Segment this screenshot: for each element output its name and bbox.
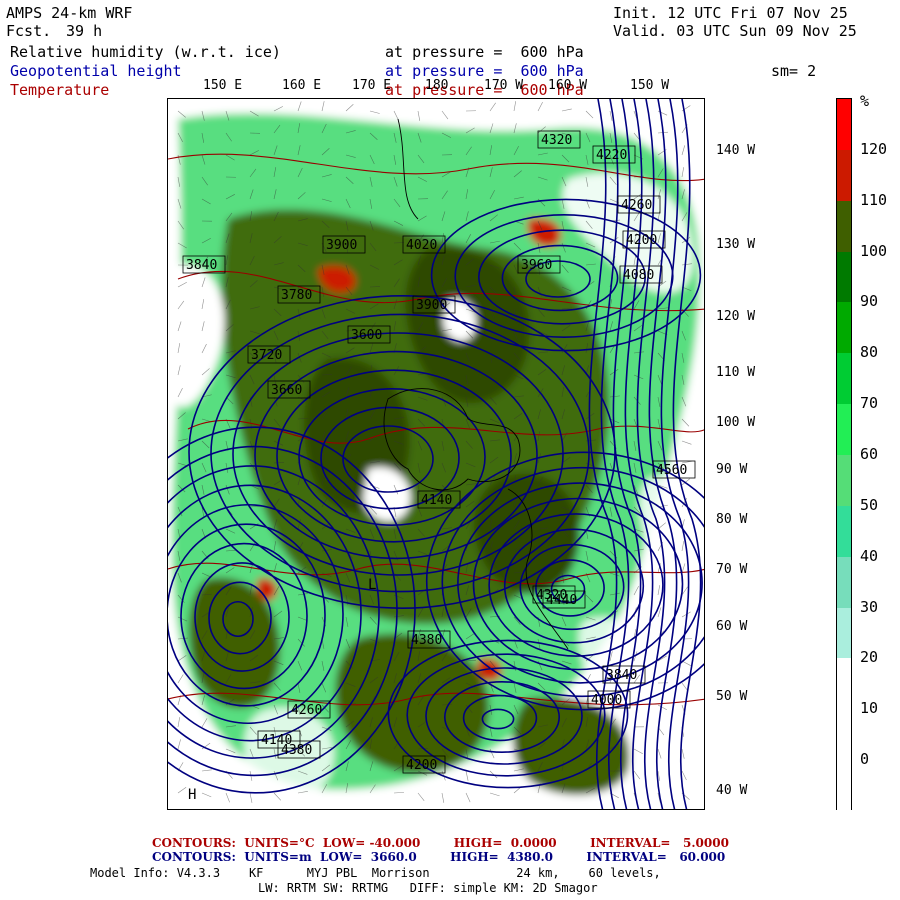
temperature-contour-info: CONTOURS: UNITS=°C LOW= -40.000 HIGH= 0.…: [152, 836, 729, 850]
lon-label-40w: 40 W: [716, 783, 748, 798]
forecast-label: Fcst.: [6, 22, 52, 40]
low-pressure-symbol: L: [368, 577, 376, 593]
height-label: 4260: [291, 703, 322, 718]
colorbar-segment: [837, 505, 851, 558]
height-label: 3780: [281, 288, 312, 303]
height-label: 3840: [186, 258, 217, 273]
field-rh-name: Relative humidity (w.r.t. ice): [10, 43, 281, 61]
colorbar-segment: [837, 99, 851, 151]
lon-label-50w: 50 W: [716, 689, 748, 704]
colorbar-tick-label: 120: [860, 139, 888, 158]
high-pressure-symbol: H: [188, 787, 196, 803]
height-label: 4200: [406, 758, 437, 773]
height-label: 3900: [326, 238, 357, 253]
height-label: 4380: [411, 633, 442, 648]
colorbar-segment: [837, 404, 851, 456]
colorbar-tick-label: 90: [860, 292, 879, 311]
colorbar-segment: [837, 200, 851, 253]
field-temp-name: Temperature: [10, 81, 110, 99]
colorbar-tick-label: 20: [860, 648, 879, 667]
model-title: AMPS 24-km WRF: [6, 4, 133, 22]
height-label: 3960: [521, 258, 552, 273]
lon-label-120w: 120 W: [716, 309, 756, 324]
lon-label-110w: 110 W: [716, 365, 756, 380]
colorbar-segment: [837, 251, 851, 304]
lon-label-80w: 80 W: [716, 512, 748, 527]
lon-label-170e: 170 E: [352, 78, 392, 93]
smoothing-label: sm= 2: [771, 62, 817, 80]
colorbar-segment: [837, 556, 851, 609]
height-label: 4220: [596, 148, 627, 163]
height-label: 3660: [271, 383, 302, 398]
lon-label-180: 180: [425, 78, 449, 93]
height-label: 4200: [626, 233, 657, 248]
lon-label-140w: 140 W: [716, 143, 756, 158]
height-contour-info: CONTOURS: UNITS=m LOW= 3660.0 HIGH= 4380…: [152, 850, 726, 864]
lon-label-150e: 150 E: [203, 78, 243, 93]
model-info: Model Info: V4.3.3 KF MYJ PBL Morrison 2…: [90, 866, 661, 880]
colorbar-tick-label: 10: [860, 699, 879, 718]
colorbar-tick-label: 60: [860, 445, 879, 463]
colorbar-tick-label: 0: [860, 750, 870, 769]
height-label: 4020: [406, 238, 437, 253]
height-label: 4380: [281, 743, 312, 758]
height-label: 4320: [536, 588, 567, 603]
lon-label-150w: 150 W: [630, 78, 670, 93]
height-label: 3600: [351, 328, 382, 343]
colorbar-segment: [837, 302, 851, 355]
lon-label-70w: 70 W: [716, 562, 748, 577]
height-label: 4080: [623, 268, 654, 283]
colorbar-segment: [837, 709, 851, 762]
colorbar-tick-label: 40: [860, 546, 879, 565]
colorbar-unit: %: [860, 92, 870, 110]
colorbar-segment: [837, 607, 851, 660]
colorbar-tick-label: 80: [860, 343, 879, 362]
lon-label-90w: 90 W: [716, 462, 748, 477]
lon-label-160w: 160 W: [548, 78, 588, 93]
colorbar-tick-label: 100: [860, 241, 888, 260]
humidity-colorbar: [836, 98, 852, 812]
field-gh-name: Geopotential height: [10, 62, 182, 80]
forecast-hours: 39 h: [66, 22, 103, 40]
lon-label-130w: 130 W: [716, 237, 756, 252]
colorbar-segment: [837, 760, 851, 812]
colorbar-tick-label: 110: [860, 190, 888, 209]
height-label: 3900: [416, 298, 447, 313]
height-label: 4260: [621, 198, 652, 213]
lon-label-160e: 160 E: [282, 78, 322, 93]
field-rh-level: at pressure = 600 hPa: [385, 43, 584, 61]
colorbar-segment: [837, 353, 851, 406]
height-label: 4560: [656, 463, 687, 478]
colorbar-segment: [837, 455, 851, 507]
colorbar-tick-label: 70: [860, 394, 879, 413]
colorbar-segment: [837, 658, 851, 711]
height-label: 4320: [541, 133, 572, 148]
lon-label-100w: 100 W: [716, 415, 756, 430]
weather-map-panel[interactable]: 4320 4220 4260 4200 4080 3960 3840 3900 4020 3780…: [167, 98, 705, 810]
lon-label-170w: 170 W: [484, 78, 524, 93]
init-time: Init. 12 UTC Fri 07 Nov 25: [613, 4, 848, 22]
valid-time: Valid. 03 UTC Sun 09 Nov 25: [613, 22, 857, 40]
model-info-physics: LW: RRTM SW: RRTMG DIFF: simple KM: 2D S…: [258, 881, 598, 895]
weather-map: 4320 4220 4260 4200 4080 3960 3840 3900 4020 3780…: [168, 99, 704, 809]
colorbar-tick-label: 30: [860, 597, 879, 616]
height-label: 4000: [591, 693, 622, 708]
colorbar-tick-label: 50: [860, 495, 879, 514]
colorbar-segment: [837, 149, 851, 202]
lon-label-60w: 60 W: [716, 619, 748, 634]
height-label: 3840: [606, 668, 637, 683]
height-label: 4140: [421, 493, 452, 508]
height-label: 3720: [251, 348, 282, 363]
